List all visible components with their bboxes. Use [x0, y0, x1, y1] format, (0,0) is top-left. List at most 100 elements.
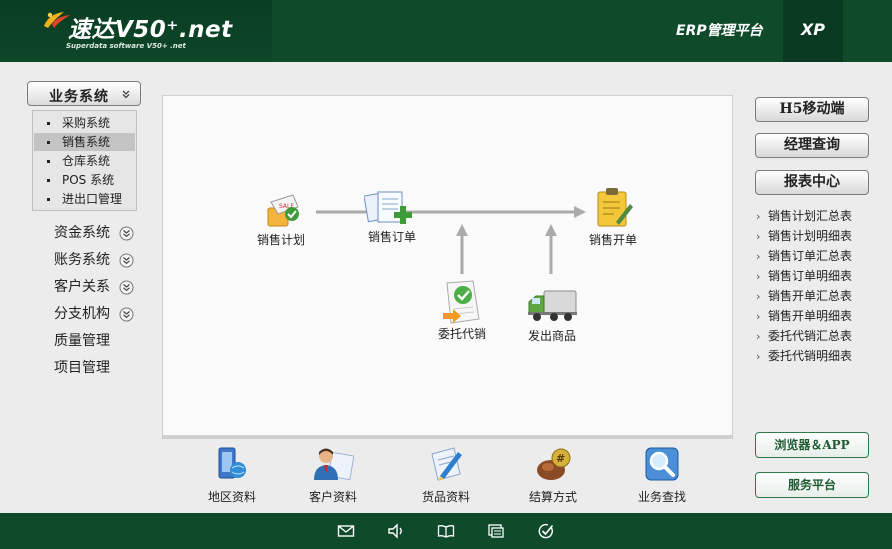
browser-app-button[interactable]: 浏览器＆APP — [755, 432, 869, 458]
xp-tab[interactable]: XP — [783, 0, 843, 62]
sales-invoice-label: 销售开单 — [588, 233, 637, 247]
sidebar-item-funds[interactable]: 资金系统 — [54, 223, 110, 243]
book-icon[interactable] — [437, 522, 455, 540]
delivery-truck-icon — [528, 290, 577, 321]
settlement-method-label: 结算方式 — [528, 490, 577, 504]
chevron-right-icon: › — [756, 210, 761, 223]
expand-circle-icon[interactable] — [119, 226, 134, 241]
service-platform-button[interactable]: 服务平台 — [755, 472, 869, 498]
settlement-method-icon: # — [537, 448, 571, 480]
customer-data-icon — [314, 448, 354, 481]
report-link-label: 销售计划汇总表 — [768, 209, 853, 223]
submenu-item-import-export[interactable]: 进出口管理 — [34, 190, 135, 208]
submenu-item-label: 进出口管理 — [62, 192, 123, 206]
report-link[interactable]: › 销售计划汇总表 — [756, 207, 852, 225]
sales-order-label: 销售订单 — [367, 230, 416, 244]
submenu-item-pos[interactable]: POS 系统 — [34, 171, 135, 189]
expand-circle-icon[interactable] — [119, 280, 134, 295]
speaker-icon[interactable] — [387, 522, 405, 540]
flow-node-ship-goods[interactable]: 发出商品 — [522, 288, 582, 344]
submenu-item-purchase[interactable]: 采购系统 — [34, 114, 135, 132]
report-link[interactable]: › 销售计划明细表 — [756, 227, 852, 245]
report-link[interactable]: › 委托代销明细表 — [756, 347, 852, 365]
submenu-item-warehouse[interactable]: 仓库系统 — [34, 152, 135, 170]
sidebar-item-projects[interactable]: 项目管理 — [54, 358, 110, 378]
platform-title: ERP管理平台 — [676, 23, 763, 39]
header-bar: 速达V50⁺.net Superdata software V50+ .net … — [0, 0, 892, 62]
report-center-button[interactable]: 报表中心 — [755, 170, 869, 195]
tool-region-data[interactable]: 地区资料 — [202, 446, 262, 505]
goods-data-label: 货品资料 — [421, 490, 470, 504]
business-system-label: 业务系统 — [49, 89, 109, 105]
chevron-right-icon: › — [756, 230, 761, 243]
report-link[interactable]: › 销售开单汇总表 — [756, 287, 852, 305]
chevron-right-icon: › — [756, 270, 761, 283]
check-circle-icon[interactable] — [537, 522, 555, 540]
chevron-right-icon: › — [756, 250, 761, 263]
submenu-item-label: 采购系统 — [62, 116, 111, 130]
sales-plan-icon: SALE — [267, 194, 299, 227]
sales-order-icon — [364, 191, 412, 224]
report-link-label: 销售开单明细表 — [768, 309, 853, 323]
report-link[interactable]: › 销售订单汇总表 — [756, 247, 852, 265]
tool-settlement-method[interactable]: # 结算方式 — [523, 446, 583, 505]
tool-goods-data[interactable]: 货品资料 — [416, 446, 476, 505]
report-link-label: 销售订单明细表 — [768, 269, 853, 283]
sidebar-item-customer-relations[interactable]: 客户关系 — [54, 277, 110, 297]
consignment-label: 委托代销 — [437, 327, 486, 341]
tool-customer-data[interactable]: 客户资料 — [303, 446, 363, 505]
flow-node-consignment[interactable]: 委托代销 — [432, 279, 492, 342]
report-link-label: 委托代销汇总表 — [768, 329, 853, 343]
flow-node-sales-invoice[interactable]: 销售开单 — [584, 186, 642, 248]
chevron-right-icon: › — [756, 330, 761, 343]
consignment-icon — [443, 280, 480, 324]
business-submenu: 采购系统 销售系统 仓库系统 POS 系统 进出口管理 — [32, 110, 137, 211]
submenu-item-sales[interactable]: 销售系统 — [34, 133, 135, 151]
sidebar-item-quality[interactable]: 质量管理 — [54, 331, 110, 351]
bullet-icon — [47, 141, 50, 144]
sidebar-item-branches[interactable]: 分支机构 — [54, 304, 110, 324]
report-link[interactable]: › 销售订单明细表 — [756, 267, 852, 285]
manager-query-button[interactable]: 经理查询 — [755, 133, 869, 158]
report-link[interactable]: › 委托代销汇总表 — [756, 327, 852, 345]
bullet-icon — [47, 198, 50, 201]
svg-text:#: # — [556, 452, 565, 465]
submenu-item-label: 仓库系统 — [62, 154, 111, 168]
chevron-right-icon: › — [756, 350, 761, 363]
expand-circle-icon[interactable] — [119, 307, 134, 322]
chevron-right-icon: › — [756, 310, 761, 323]
ship-goods-label: 发出商品 — [527, 329, 576, 343]
business-search-icon — [645, 447, 679, 481]
sales-plan-label: 销售计划 — [256, 233, 305, 247]
flow-node-sales-plan[interactable]: SALE 销售计划 — [252, 192, 310, 248]
footer-bar — [0, 513, 892, 549]
double-chevron-down-icon — [122, 90, 130, 99]
window-icon[interactable] — [487, 522, 505, 540]
sidebar-item-accounting[interactable]: 账务系统 — [54, 250, 110, 270]
bullet-icon — [47, 122, 50, 125]
flow-node-sales-order[interactable]: 销售订单 — [362, 188, 422, 245]
business-system-button[interactable]: 业务系统 — [27, 81, 141, 106]
report-link-label: 销售开单汇总表 — [768, 289, 853, 303]
report-link-label: 委托代销明细表 — [768, 349, 853, 363]
bullet-icon — [47, 179, 50, 182]
goods-data-icon — [431, 447, 462, 481]
report-link-label: 销售计划明细表 — [768, 229, 853, 243]
logo-block: 速达V50⁺.net Superdata software V50+ .net — [0, 0, 272, 62]
business-search-label: 业务查找 — [637, 490, 686, 504]
sales-invoice-icon — [597, 188, 633, 227]
expand-circle-icon[interactable] — [119, 253, 134, 268]
xp-label: XP — [800, 20, 826, 39]
submenu-item-label: 销售系统 — [62, 135, 111, 149]
bullet-icon — [47, 160, 50, 163]
logo-title: 速达V50⁺.net — [68, 17, 233, 43]
customer-data-label: 客户资料 — [308, 490, 357, 504]
region-data-label: 地区资料 — [207, 490, 256, 504]
report-link[interactable]: › 销售开单明细表 — [756, 307, 852, 325]
mail-icon[interactable] — [337, 522, 355, 540]
h5-mobile-button[interactable]: H5移动端 — [755, 97, 869, 122]
report-link-label: 销售订单汇总表 — [768, 249, 853, 263]
workflow-panel — [162, 95, 733, 437]
region-data-icon — [218, 447, 246, 479]
tool-business-search[interactable]: 业务查找 — [632, 446, 692, 505]
